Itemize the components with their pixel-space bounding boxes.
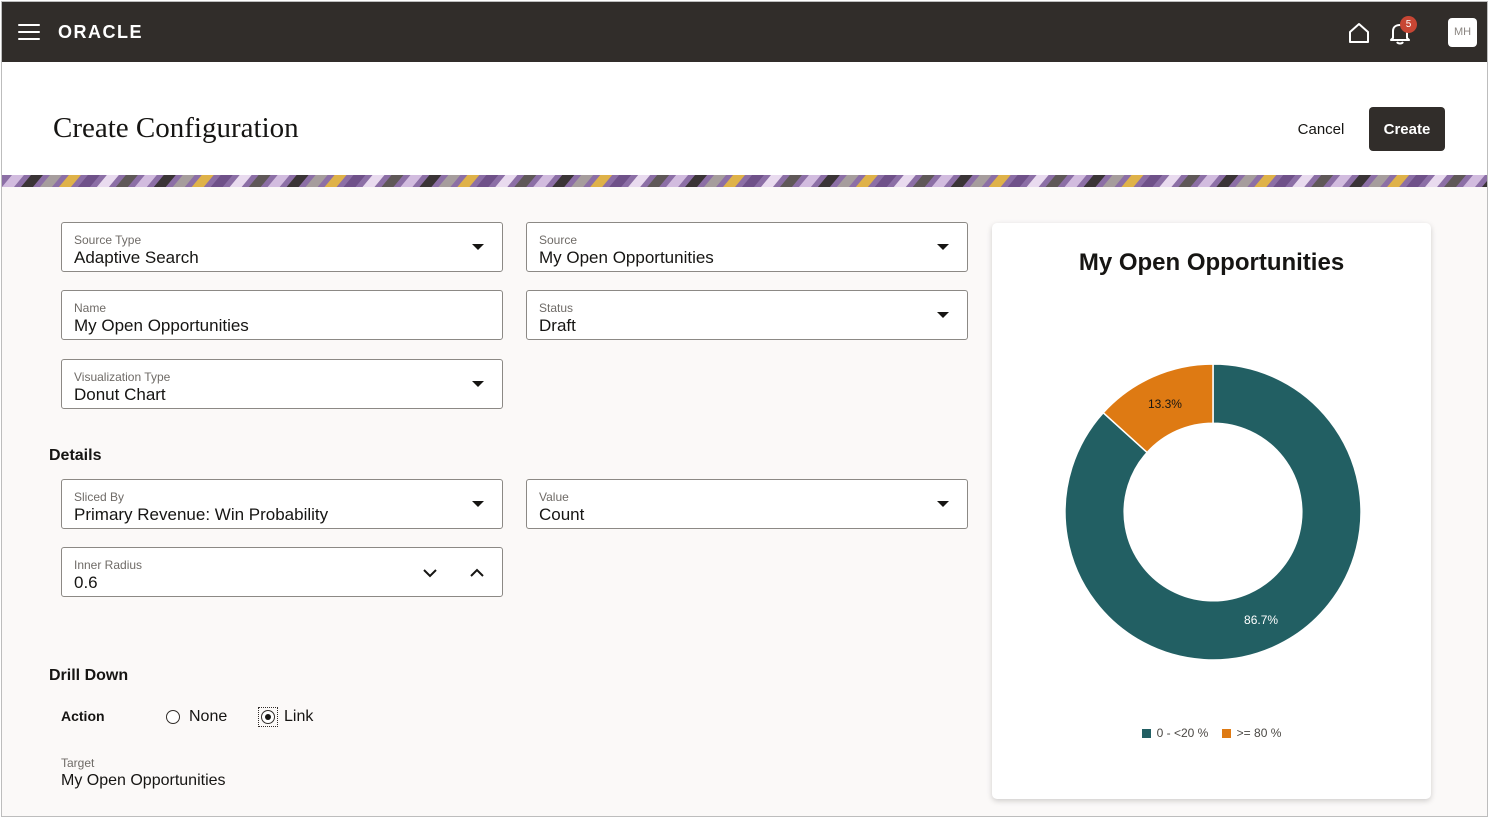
dropdown-arrow-icon[interactable] (937, 244, 949, 250)
drill-down-section-title: Drill Down (49, 667, 129, 684)
source-select[interactable]: Source My Open Opportunities (526, 222, 968, 272)
name-value: My Open Opportunities (74, 316, 249, 335)
sliced-by-value: Primary Revenue: Win Probability (74, 505, 329, 524)
donut-data-label: 86.7% (1244, 613, 1278, 627)
oracle-logo[interactable]: ORACLE (58, 22, 143, 43)
legend-label: >= 80 % (1236, 726, 1282, 740)
sliced-by-label: Sliced By (74, 490, 125, 504)
source-type-label: Source Type (74, 233, 142, 247)
decrement-chevron-down-icon[interactable] (419, 562, 441, 584)
inner-radius-stepper[interactable]: Inner Radius 0.6 (61, 547, 503, 597)
action-label: Action (61, 708, 105, 724)
dropdown-arrow-icon[interactable] (472, 381, 484, 387)
value-select[interactable]: Value Count (526, 479, 968, 529)
chart-preview-card: My Open Opportunities 86.7% 13.3% 0 - <20… (992, 223, 1431, 799)
page-header: Create Configuration Cancel Create (2, 62, 1487, 175)
radio-link[interactable] (261, 710, 275, 724)
cancel-button[interactable]: Cancel (1282, 107, 1360, 151)
status-label: Status (539, 301, 574, 315)
donut-data-label: 13.3% (1148, 397, 1182, 411)
name-label: Name (74, 301, 107, 315)
legend-item[interactable]: 0 - <20 % (1141, 726, 1209, 740)
status-value: Draft (539, 316, 576, 335)
inner-radius-label: Inner Radius (74, 558, 143, 572)
source-value: My Open Opportunities (539, 248, 714, 267)
value-value: Count (539, 505, 585, 524)
details-section-title: Details (49, 447, 102, 464)
visualization-type-value: Donut Chart (74, 385, 166, 404)
top-navigation-bar: ORACLE 5 MH (2, 2, 1487, 62)
source-type-select[interactable]: Source Type Adaptive Search (61, 222, 503, 272)
name-input[interactable]: Name My Open Opportunities (61, 290, 503, 340)
inner-radius-value: 0.6 (74, 573, 98, 592)
dropdown-arrow-icon[interactable] (937, 312, 949, 318)
sliced-by-select[interactable]: Sliced By Primary Revenue: Win Probabili… (61, 479, 503, 529)
target-value: My Open Opportunities (61, 772, 226, 789)
radio-none-label[interactable]: None (189, 708, 227, 726)
notification-count-badge: 5 (1400, 16, 1417, 33)
status-select[interactable]: Status Draft (526, 290, 968, 340)
source-type-value: Adaptive Search (74, 248, 199, 267)
dropdown-arrow-icon[interactable] (937, 501, 949, 507)
create-button[interactable]: Create (1369, 107, 1445, 151)
target-label: Target (61, 756, 95, 770)
dropdown-arrow-icon[interactable] (472, 501, 484, 507)
value-label: Value (539, 490, 569, 504)
chart-legend: 0 - <20 % >= 80 % (992, 726, 1431, 740)
radio-none[interactable] (166, 710, 180, 724)
visualization-type-label: Visualization Type (74, 370, 171, 384)
legend-label: 0 - <20 % (1156, 726, 1209, 740)
menu-icon[interactable] (18, 24, 40, 40)
page-title: Create Configuration (53, 112, 299, 144)
visualization-type-select[interactable]: Visualization Type Donut Chart (61, 359, 503, 409)
increment-chevron-up-icon[interactable] (466, 562, 488, 584)
donut-chart: 86.7% 13.3% (1064, 363, 1362, 661)
dropdown-arrow-icon[interactable] (472, 244, 484, 250)
source-label: Source (539, 233, 578, 247)
radio-link-label[interactable]: Link (284, 708, 313, 726)
legend-swatch-orange (1221, 729, 1231, 738)
home-icon[interactable] (1346, 20, 1372, 46)
user-avatar[interactable]: MH (1448, 18, 1477, 47)
decorative-banner (2, 175, 1487, 187)
legend-swatch-teal (1141, 729, 1151, 738)
legend-item[interactable]: >= 80 % (1221, 726, 1282, 740)
app-window: ORACLE 5 MH Create Configuration Cancel … (1, 1, 1488, 817)
